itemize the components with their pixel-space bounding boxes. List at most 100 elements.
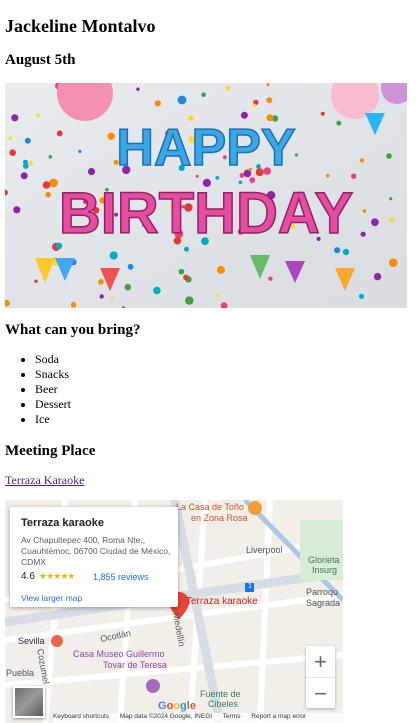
zoom-out-button[interactable]: −	[306, 678, 335, 709]
confetti-dot	[109, 251, 118, 260]
list-item: Ice	[35, 412, 71, 427]
map-label: Puebla	[6, 668, 35, 678]
confetti-dot	[8, 136, 13, 141]
confetti-dot	[389, 217, 395, 223]
confetti-dot	[268, 276, 273, 281]
confetti-dot	[23, 159, 28, 165]
confetti-dot	[266, 97, 273, 104]
event-date: August 5th	[5, 52, 76, 68]
list-item: Beer	[35, 382, 71, 397]
place-rating: 4.6	[21, 571, 35, 582]
list-item: Snacks	[35, 367, 71, 382]
confetti-dot	[136, 87, 140, 91]
map-label: Insurg	[312, 565, 338, 575]
confetti-dot	[201, 92, 206, 97]
banner-happy-text: HAPPY	[116, 119, 295, 177]
confetti-dot	[42, 181, 51, 189]
confetti-dot	[351, 173, 357, 179]
map-label: Casa Museo Guillermo	[73, 649, 165, 659]
zoom-controls: + −	[306, 646, 335, 708]
confetti-dot	[336, 120, 342, 126]
bring-list: Soda Snacks Beer Dessert Ice	[5, 352, 71, 427]
meeting-heading: Meeting Place	[5, 443, 96, 459]
confetti-dot	[334, 247, 341, 254]
confetti-dot	[49, 178, 58, 188]
confetti-dot	[240, 111, 248, 119]
confetti-dot	[9, 149, 16, 156]
confetti-dot	[20, 172, 28, 180]
confetti-dot	[216, 265, 225, 274]
confetti-dot	[183, 274, 189, 281]
confetti-dot	[386, 153, 392, 159]
confetti-dot	[185, 296, 194, 305]
confetti-dot	[215, 293, 220, 297]
confetti-dot	[225, 85, 231, 91]
confetti-dot	[34, 279, 38, 283]
confetti-dot	[127, 263, 134, 270]
confetti-dot	[342, 248, 350, 256]
map-data-text: Map data ©2024 Google, INEGI	[119, 713, 213, 720]
place-address: Av Chapultepec 400, Roma Nte., Cuauhtémo…	[21, 535, 171, 567]
marker-label[interactable]: Terraza karaoke	[186, 596, 258, 607]
confetti-dot	[266, 83, 270, 87]
confetti-dot	[110, 296, 114, 300]
confetti-dot	[13, 206, 21, 214]
confetti-dot	[184, 246, 189, 252]
google-logo: Google	[158, 700, 196, 712]
map-label: Sevilla	[18, 636, 45, 646]
confetti-dot	[362, 209, 367, 213]
confetti-dot	[45, 191, 51, 198]
zoom-in-button[interactable]: +	[306, 646, 335, 678]
confetti-dot	[107, 132, 115, 140]
keyboard-shortcuts-link[interactable]: Keyboard shortcuts	[53, 713, 109, 720]
confetti-dot	[178, 268, 185, 275]
confetti-dot	[124, 283, 132, 291]
confetti-dot	[325, 173, 330, 178]
confetti-dot	[99, 294, 104, 299]
place-info-card: Terraza karaoke Av Chapultepec 400, Roma…	[10, 507, 178, 607]
confetti-dot	[358, 293, 365, 299]
confetti-dot	[56, 130, 63, 137]
view-larger-map-link[interactable]: View larger map	[21, 593, 82, 603]
report-error-link[interactable]: Report a map error	[251, 713, 306, 720]
confetti-dot	[389, 197, 393, 201]
map-label: Sagrada	[306, 598, 341, 608]
confetti-dot	[177, 95, 187, 105]
map-footer: Keyboard shortcuts Map data ©2024 Google…	[53, 713, 343, 723]
confetti-dot	[359, 158, 365, 163]
map-type-toggle[interactable]	[13, 686, 45, 718]
confetti-dot	[11, 114, 19, 122]
terms-link[interactable]: Terms	[223, 713, 241, 720]
map-label: en Zona Rosa	[191, 513, 248, 523]
event-name: Jackeline Montalvo	[5, 16, 156, 36]
confetti-dot	[360, 231, 366, 237]
confetti-dot	[35, 113, 40, 118]
map-label: Tovar de Teresa	[103, 660, 167, 670]
confetti-dot	[373, 272, 382, 281]
confetti-dot	[98, 279, 104, 285]
list-item: Soda	[35, 352, 71, 367]
confetti-dot	[78, 149, 82, 153]
venue-link[interactable]: Terraza Karaoke	[5, 473, 84, 488]
map-label: Fuente de	[200, 689, 241, 699]
list-item: Dessert	[35, 397, 71, 412]
map-label: Liverpool	[246, 545, 283, 555]
confetti-dot	[320, 111, 325, 116]
confetti-dot	[371, 218, 379, 227]
confetti-dot	[28, 160, 33, 166]
confetti-dot	[87, 168, 96, 176]
place-title: Terraza karaoke	[21, 517, 104, 529]
confetti-dot	[70, 302, 77, 308]
confetti-dot	[389, 258, 398, 267]
confetti-dot	[48, 155, 53, 159]
map-label: Cibeles	[208, 699, 239, 709]
bring-heading: What can you bring?	[5, 322, 141, 338]
embedded-map[interactable]: La Casa de Toño en Zona Rosa Liverpool G…	[5, 500, 343, 723]
confetti-dot	[153, 286, 161, 295]
birthday-banner-image: HAPPY BIRTHDAY	[5, 83, 407, 308]
map-label: Parroqu	[306, 587, 339, 597]
confetti-dot	[252, 103, 256, 108]
reviews-link[interactable]: 1,855 reviews	[93, 572, 149, 582]
confetti-dot	[24, 137, 31, 144]
map-label: Glorieta	[308, 555, 340, 565]
